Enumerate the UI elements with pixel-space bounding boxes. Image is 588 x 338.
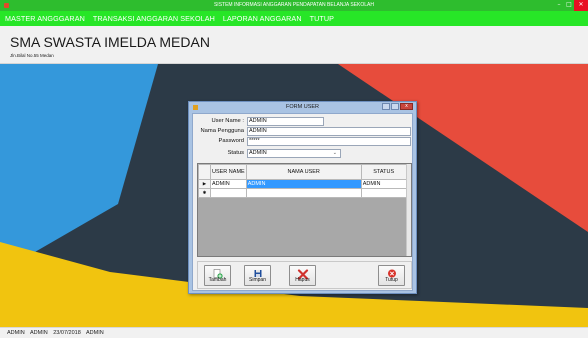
app-icon bbox=[4, 3, 9, 8]
close-button[interactable]: ✕ bbox=[574, 0, 588, 11]
menu-laporan-anggaran[interactable]: LAPORAN ANGGARAN bbox=[223, 14, 302, 23]
column-header-nama-user[interactable]: NAMA USER bbox=[245, 164, 362, 180]
school-header: SMA SWASTA IMELDA MEDAN Jln.Bilal No.55 … bbox=[0, 26, 588, 64]
status-bar: ADMIN ADMIN 23/07/2018 ADMIN bbox=[0, 327, 588, 338]
user-name-input[interactable]: ADMIN bbox=[247, 117, 324, 126]
tutup-button-label: Tutup bbox=[385, 277, 398, 283]
password-label: Password bbox=[218, 138, 244, 144]
password-input[interactable]: ***** bbox=[247, 137, 411, 146]
table-header-row: USER NAME NAMA USER STATUS bbox=[198, 164, 407, 180]
menu-tutup[interactable]: TUTUP bbox=[310, 14, 334, 23]
user-data-grid[interactable]: USER NAME NAMA USER STATUS ▶ ADMIN ADMIN… bbox=[197, 163, 412, 257]
current-row-indicator: ▶ bbox=[198, 179, 211, 189]
user-table: USER NAME NAMA USER STATUS ▶ ADMIN ADMIN… bbox=[198, 164, 407, 198]
hapus-button[interactable]: Hapus bbox=[289, 265, 316, 286]
simpan-button-label: Simpan bbox=[249, 277, 266, 283]
dialog-title: FORM USER bbox=[286, 104, 319, 110]
maximize-button[interactable]: □ bbox=[564, 0, 574, 11]
dialog-body: User Name : ADMIN Nama Pengguna ADMIN Pa… bbox=[192, 113, 413, 291]
status-select-value: ADMIN bbox=[249, 150, 267, 156]
action-button-panel: Tambah Simpan Hapus Tutup bbox=[197, 261, 412, 289]
window-title: SISTEM INFORMASI ANGGARAN PENDAPATAN BEL… bbox=[213, 2, 375, 8]
app-window: SISTEM INFORMASI ANGGARAN PENDAPATAN BEL… bbox=[0, 0, 588, 338]
tambah-button[interactable]: Tambah bbox=[204, 265, 231, 286]
school-name: SMA SWASTA IMELDA MEDAN bbox=[10, 34, 210, 50]
dialog-maximize-button[interactable] bbox=[391, 103, 399, 110]
cell-status[interactable] bbox=[360, 188, 407, 198]
status-label: Status bbox=[227, 150, 244, 156]
status-select[interactable]: ADMIN ⌄ bbox=[247, 149, 341, 158]
school-address: Jln.Bilal No.55 Medan bbox=[10, 53, 54, 58]
column-header-status[interactable]: STATUS bbox=[360, 164, 407, 180]
nama-pengguna-label: Nama Pengguna bbox=[200, 128, 244, 134]
user-name-label: User Name : bbox=[211, 118, 244, 124]
cell-user-name[interactable] bbox=[210, 188, 247, 198]
hapus-button-label: Hapus bbox=[295, 277, 310, 283]
status-user: ADMIN bbox=[7, 330, 25, 336]
cell-nama-user[interactable] bbox=[245, 188, 362, 198]
tambah-button-label: Tambah bbox=[208, 277, 227, 283]
title-bar: SISTEM INFORMASI ANGGARAN PENDAPATAN BEL… bbox=[0, 0, 588, 11]
menu-transaksi-anggaran[interactable]: TRANSAKSI ANGGARAN SEKOLAH bbox=[93, 14, 215, 23]
status-role: ADMIN bbox=[86, 330, 104, 336]
menu-master-anggaran[interactable]: MASTER ANGGGARAN bbox=[5, 14, 85, 23]
window-controls: – □ ✕ bbox=[554, 0, 588, 11]
form-user-dialog: FORM USER x User Name : ADMIN Nama Pengg… bbox=[188, 101, 417, 294]
table-new-row[interactable]: ✱ bbox=[198, 188, 407, 198]
nama-pengguna-input[interactable]: ADMIN bbox=[247, 127, 411, 136]
tutup-button[interactable]: Tutup bbox=[378, 265, 405, 286]
status-name: ADMIN bbox=[29, 330, 48, 336]
minimize-button[interactable]: – bbox=[554, 0, 564, 11]
grid-vertical-scrollbar[interactable] bbox=[406, 164, 411, 256]
cell-nama-user[interactable]: ADMIN bbox=[245, 179, 362, 189]
row-header-corner bbox=[198, 164, 211, 180]
status-date: 23/07/2018 bbox=[53, 330, 81, 336]
cell-user-name[interactable]: ADMIN bbox=[210, 179, 247, 189]
dialog-app-icon bbox=[193, 105, 198, 110]
dialog-close-button[interactable]: x bbox=[400, 103, 413, 110]
column-header-user-name[interactable]: USER NAME bbox=[210, 164, 247, 180]
new-row-indicator: ✱ bbox=[198, 188, 211, 198]
chevron-down-icon: ⌄ bbox=[332, 150, 337, 156]
dialog-window-controls: x bbox=[381, 103, 413, 110]
dialog-title-bar: FORM USER x bbox=[189, 102, 416, 113]
dialog-minimize-button[interactable] bbox=[382, 103, 390, 110]
cell-status[interactable]: ADMIN bbox=[360, 179, 407, 189]
table-row[interactable]: ▶ ADMIN ADMIN ADMIN bbox=[198, 179, 407, 189]
menu-bar: MASTER ANGGGARAN TRANSAKSI ANGGARAN SEKO… bbox=[0, 11, 588, 26]
simpan-button[interactable]: Simpan bbox=[244, 265, 271, 286]
